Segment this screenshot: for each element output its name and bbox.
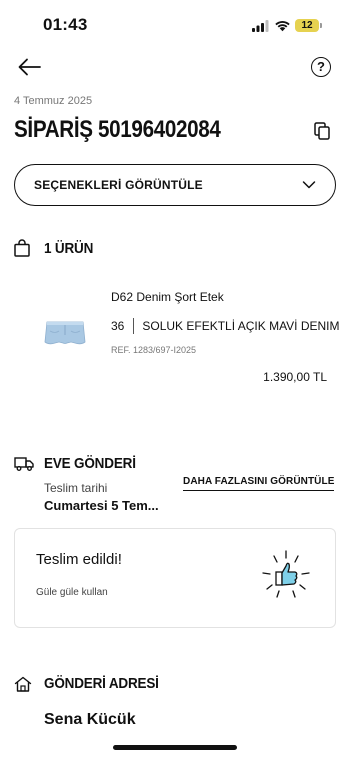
view-options-label: SEÇENEKLERİ GÖRÜNTÜLE bbox=[34, 178, 203, 192]
chevron-down-icon bbox=[302, 181, 316, 189]
product-price: 1.390,00 TL bbox=[263, 370, 327, 384]
back-arrow-icon[interactable] bbox=[16, 56, 42, 78]
product-image[interactable] bbox=[41, 318, 89, 348]
order-date: 4 Temmuz 2025 bbox=[14, 95, 93, 107]
recipient-name: Sena Kücük bbox=[44, 711, 136, 728]
battery-icon: 12 bbox=[295, 19, 319, 32]
page-title: SİPARİŞ 50196402084 bbox=[14, 116, 221, 143]
view-options-button[interactable]: SEÇENEKLERİ GÖRÜNTÜLE bbox=[14, 164, 336, 206]
wifi-icon bbox=[275, 20, 290, 32]
address-section-header: GÖNDERİ ADRESİ bbox=[14, 675, 172, 692]
product-color: SOLUK EFEKTLİ AÇIK MAVİ DENIM bbox=[142, 319, 340, 333]
product-name[interactable]: D62 Denim Şort Etek bbox=[111, 290, 224, 304]
product-size: 36 bbox=[111, 319, 125, 333]
product-variant: 36 SOLUK EFEKTLİ AÇIK MAVİ DENIM bbox=[111, 318, 340, 334]
thumbs-up-icon bbox=[262, 550, 310, 598]
battery-level: 12 bbox=[301, 20, 313, 31]
order-detail-screen: 01:43 12 ? 4 Temmuz 2025 SİPARİŞ 5019640… bbox=[0, 0, 350, 758]
delivery-status-title: Teslim edildi! bbox=[36, 551, 122, 568]
product-reference: REF. 1283/697-I2025 bbox=[111, 345, 197, 355]
shopping-bag-icon bbox=[14, 239, 30, 257]
variant-separator bbox=[133, 318, 135, 334]
status-time: 01:43 bbox=[43, 15, 88, 34]
home-icon bbox=[14, 676, 32, 692]
items-section-header: 1 ÜRÜN bbox=[14, 239, 99, 257]
battery-tip bbox=[320, 23, 322, 28]
help-icon[interactable]: ? bbox=[311, 57, 331, 77]
view-more-link[interactable]: DAHA FAZLASINI GÖRÜNTÜLE bbox=[183, 476, 335, 491]
delivery-date-value: Cumartesi 5 Tem... bbox=[44, 498, 159, 513]
home-indicator[interactable] bbox=[113, 745, 237, 750]
copy-icon[interactable] bbox=[314, 122, 330, 140]
delivery-truck-icon bbox=[14, 456, 34, 471]
delivery-date-label: Teslim tarihi bbox=[44, 481, 108, 495]
delivery-status-card: Teslim edildi! Güle güle kullan bbox=[14, 528, 336, 628]
status-bar: 01:43 12 bbox=[0, 0, 350, 50]
delivery-section-header: EVE GÖNDERİ bbox=[14, 455, 146, 472]
delivery-status-subtitle: Güle güle kullan bbox=[36, 587, 108, 598]
items-count-heading: 1 ÜRÜN bbox=[44, 239, 94, 257]
delivery-heading: EVE GÖNDERİ bbox=[44, 455, 136, 472]
cellular-signal-icon bbox=[252, 20, 269, 32]
address-heading: GÖNDERİ ADRESİ bbox=[44, 675, 159, 692]
